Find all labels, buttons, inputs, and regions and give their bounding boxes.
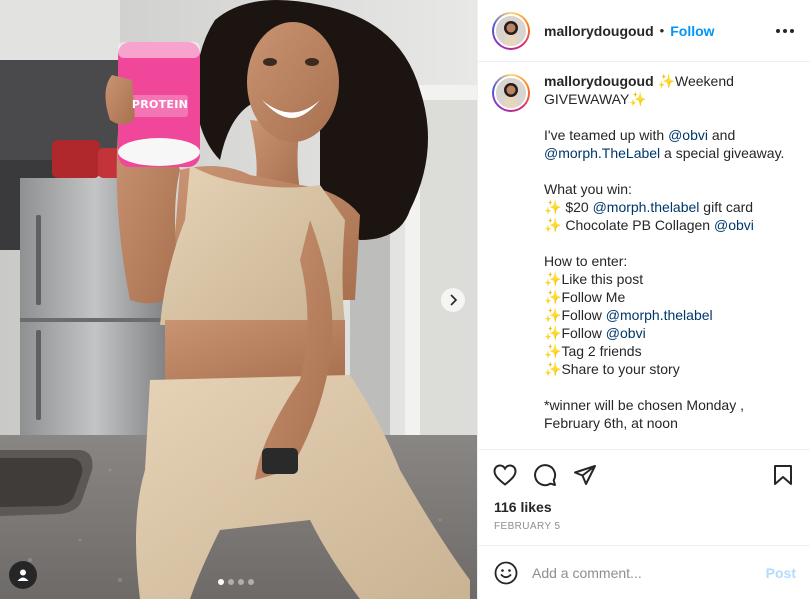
tagged-people-button[interactable] bbox=[9, 561, 37, 589]
likes-count[interactable]: 116 likes bbox=[478, 499, 810, 519]
sparkle-emoji: ✨ bbox=[544, 199, 562, 215]
mention-link[interactable]: @morph.thelabel bbox=[606, 307, 713, 323]
caption-line: ✨Share to your story bbox=[544, 360, 796, 378]
caption-line bbox=[544, 234, 796, 252]
caption-segment: a special giveaway. bbox=[660, 145, 785, 161]
caption-segment: I've teamed up with bbox=[544, 127, 669, 143]
bookmark-icon bbox=[774, 464, 792, 485]
sparkle-emoji: ✨ bbox=[653, 73, 675, 89]
caption-line bbox=[544, 108, 796, 126]
caption-segment: and bbox=[707, 127, 740, 143]
post-date[interactable]: FEBRUARY 5 bbox=[478, 519, 810, 545]
follow-button[interactable]: Follow bbox=[670, 23, 714, 39]
post-photo[interactable]: PROTEIN bbox=[0, 0, 477, 599]
caption-line bbox=[544, 162, 796, 180]
header-separator: • bbox=[659, 23, 665, 38]
post-header: mallorydougoud • Follow bbox=[478, 0, 810, 62]
author-username[interactable]: mallorydougoud bbox=[544, 23, 654, 39]
comment-form: Post bbox=[478, 545, 810, 599]
caption-segment: Tag 2 friends bbox=[561, 343, 642, 359]
comment-icon bbox=[534, 463, 557, 486]
caption-text: mallorydougoud ✨Weekend GIVEWAWAY✨ I've t… bbox=[544, 72, 796, 449]
caption-line: ✨Follow @obvi bbox=[544, 324, 796, 342]
caption-line: What you win: bbox=[544, 180, 796, 198]
avatar-image bbox=[496, 78, 526, 108]
caption-segment: gift card bbox=[699, 199, 754, 215]
post-dialog: PROTEIN mallorydougoud • Follow malloryd… bbox=[0, 0, 810, 599]
caption-line: ✨ Chocolate PB Collagen @obvi bbox=[544, 216, 796, 234]
caption-line: How to enter: bbox=[544, 252, 796, 270]
like-button[interactable] bbox=[492, 462, 518, 488]
chevron-right-icon bbox=[450, 294, 458, 306]
action-bar bbox=[478, 449, 810, 499]
photo-scene bbox=[0, 0, 477, 599]
sparkle-emoji: ✨ bbox=[544, 325, 562, 341]
caption-segment: How to enter: bbox=[544, 253, 628, 269]
post-comment-button[interactable]: Post bbox=[766, 565, 796, 581]
caption-line: ✨Follow @morph.thelabel bbox=[544, 306, 796, 324]
caption-segment: Like this post bbox=[561, 271, 644, 287]
paper-plane-icon bbox=[574, 464, 596, 485]
caption-line: ✨ $20 @morph.thelabel gift card bbox=[544, 198, 796, 216]
carousel-indicator bbox=[218, 579, 254, 585]
sparkle-emoji: ✨ bbox=[544, 307, 562, 323]
sparkle-emoji: ✨ bbox=[544, 289, 562, 305]
caption-segment: Chocolate PB Collagen bbox=[561, 217, 714, 233]
caption-segment: Follow bbox=[561, 325, 606, 341]
caption-line bbox=[544, 378, 796, 396]
sparkle-emoji: ✨ bbox=[629, 91, 647, 107]
avatar-image bbox=[496, 15, 526, 46]
comment-input[interactable] bbox=[532, 564, 766, 581]
caption-line: I've teamed up with @obvi and @morph.The… bbox=[544, 126, 796, 162]
caption-segment: $20 bbox=[561, 199, 593, 215]
author-avatar[interactable] bbox=[492, 11, 530, 50]
protein-label: PROTEIN bbox=[131, 98, 189, 111]
caption-line: ✨Like this post bbox=[544, 270, 796, 288]
mention-link[interactable]: @morph.thelabel bbox=[593, 199, 700, 215]
caption-avatar[interactable] bbox=[492, 74, 530, 112]
mention-link[interactable]: @obvi bbox=[668, 127, 708, 143]
person-icon bbox=[17, 569, 29, 581]
emoji-button[interactable] bbox=[494, 561, 518, 585]
caption-section: mallorydougoud ✨Weekend GIVEWAWAY✨ I've t… bbox=[478, 62, 810, 449]
caption-line: mallorydougoud ✨Weekend GIVEWAWAY✨ bbox=[544, 72, 796, 108]
comment-button[interactable] bbox=[532, 462, 558, 488]
carousel-dot bbox=[248, 579, 254, 585]
sparkle-emoji: ✨ bbox=[544, 361, 562, 377]
caption-line: ✨Follow Me bbox=[544, 288, 796, 306]
caption-line: *winner will be chosen Monday , February… bbox=[544, 396, 796, 432]
caption-username[interactable]: mallorydougoud bbox=[544, 73, 654, 89]
smiley-icon bbox=[494, 561, 518, 584]
sparkle-emoji: ✨ bbox=[544, 271, 562, 287]
caption-segment: What you win: bbox=[544, 181, 632, 197]
caption-line: ✨Tag 2 friends bbox=[544, 342, 796, 360]
more-horizontal-icon bbox=[776, 28, 794, 33]
caption-segment: Follow Me bbox=[561, 289, 626, 305]
sparkle-emoji: ✨ bbox=[544, 343, 562, 359]
carousel-dot bbox=[218, 579, 224, 585]
carousel-dot bbox=[238, 579, 244, 585]
mention-link[interactable]: @morph.TheLabel bbox=[544, 145, 660, 161]
share-button[interactable] bbox=[572, 462, 598, 488]
carousel-next-button[interactable] bbox=[441, 288, 465, 312]
caption-segment: Follow bbox=[561, 307, 606, 323]
post-sidebar: mallorydougoud • Follow mallorydougoud ✨… bbox=[477, 0, 810, 599]
save-button[interactable] bbox=[770, 462, 796, 488]
caption-segment: Share to your story bbox=[561, 361, 680, 377]
heart-icon bbox=[493, 463, 517, 486]
mention-link[interactable]: @obvi bbox=[714, 217, 754, 233]
sparkle-emoji: ✨ bbox=[544, 217, 562, 233]
caption-segment: *winner will be chosen Monday , February… bbox=[544, 397, 748, 431]
carousel-dot bbox=[228, 579, 234, 585]
more-options-button[interactable] bbox=[774, 23, 796, 39]
mention-link[interactable]: @obvi bbox=[606, 325, 646, 341]
